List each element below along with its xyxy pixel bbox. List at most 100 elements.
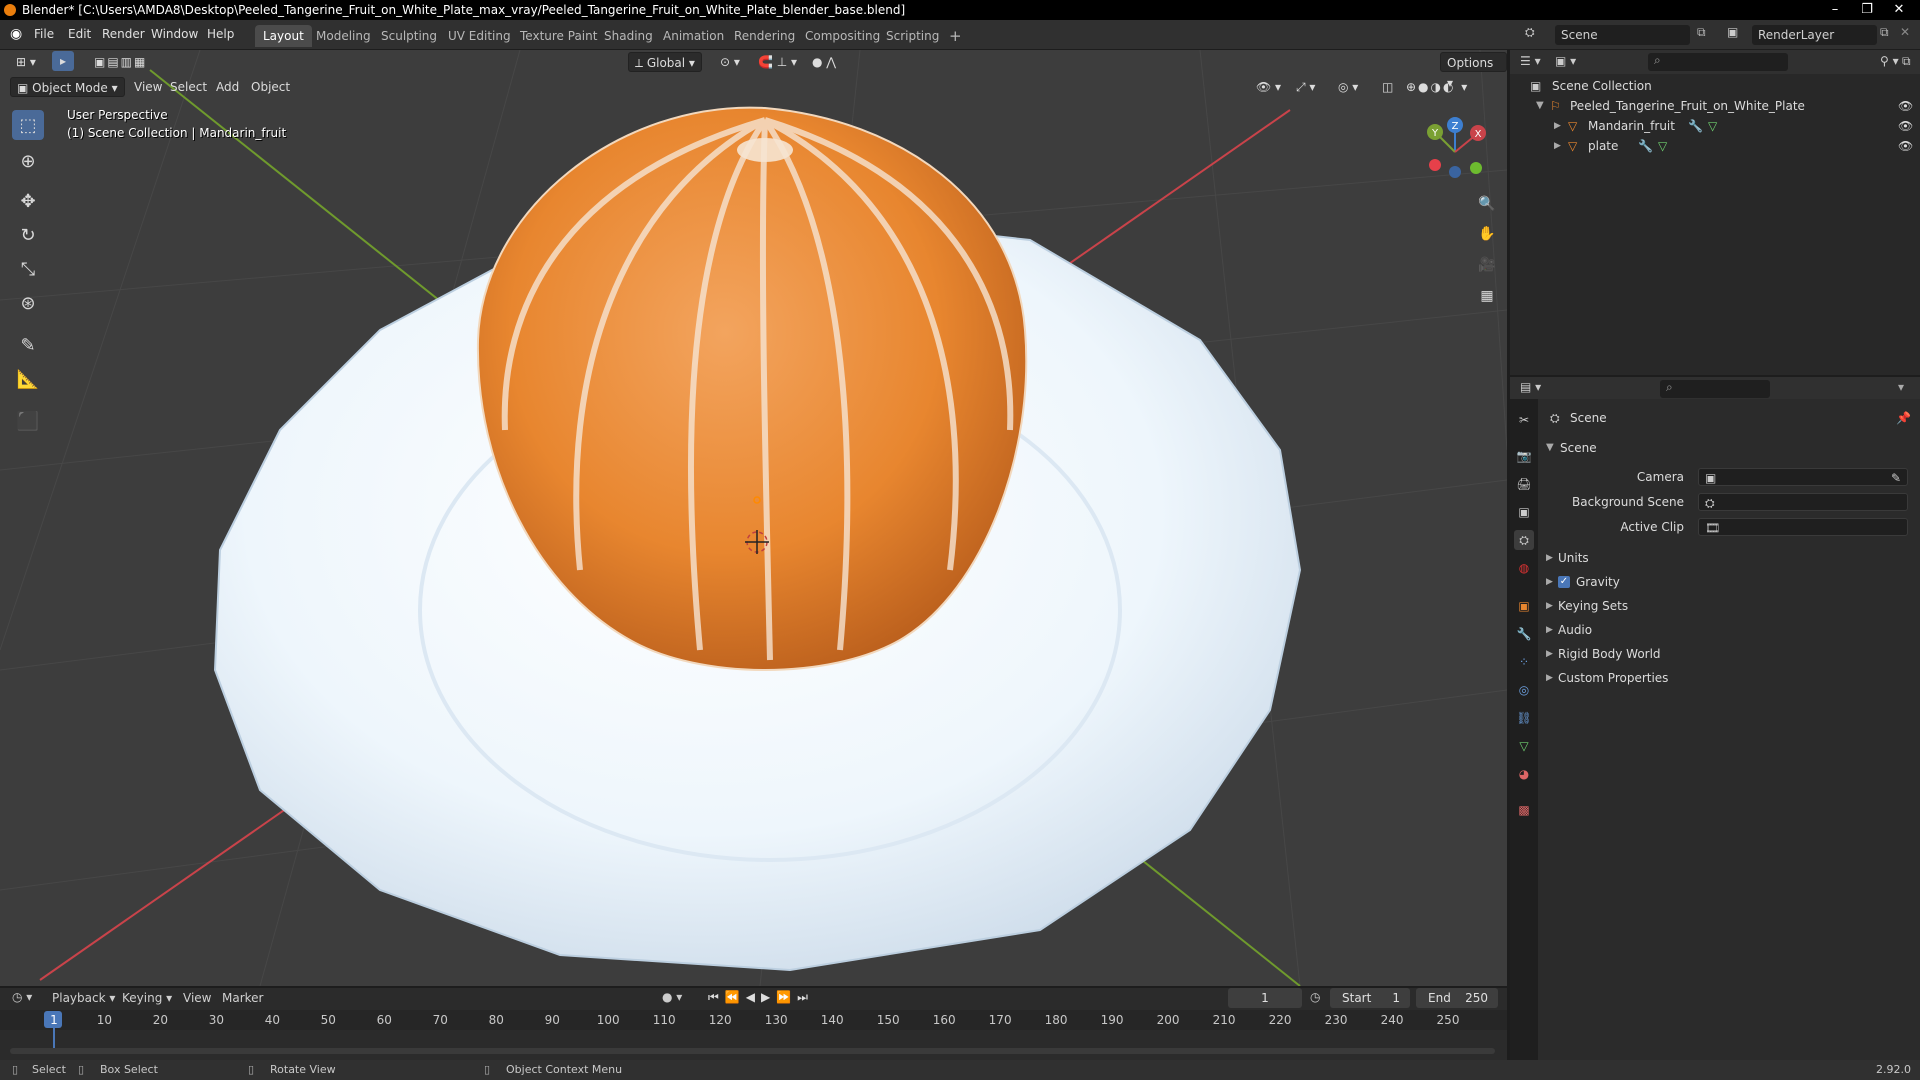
timeline-menu-view[interactable]: View (183, 991, 211, 1005)
view-layer-icon[interactable]: ▣ (1727, 25, 1747, 39)
current-frame-field[interactable]: 1 (1228, 988, 1302, 1008)
expand-arrow-icon[interactable]: ▶ (1554, 116, 1561, 136)
outliner-row-object[interactable]: ▶ ▽ plate 🔧 ▽ 👁 (1510, 136, 1920, 156)
visibility-icon[interactable]: 👁 ▾ (1250, 77, 1287, 97)
background-scene-field[interactable]: ⛭ (1698, 493, 1908, 511)
cursor-tool-icon[interactable]: ⊕ (12, 146, 44, 176)
pin-icon[interactable]: 📌 (1896, 407, 1911, 429)
menu-help[interactable]: Help (207, 27, 234, 41)
visibility-eye-icon[interactable]: 👁 (1898, 96, 1913, 116)
modifier-icon[interactable]: 🔧 (1638, 136, 1653, 156)
render-tab-icon[interactable]: 📷 (1514, 446, 1534, 466)
pan-hand-icon[interactable]: ✋ (1475, 222, 1499, 246)
tab-compositing[interactable]: Compositing (797, 25, 888, 47)
camera-view-icon[interactable]: 🎥 (1475, 253, 1499, 277)
timeline-menu-playback[interactable]: Playback ▾ (52, 991, 115, 1005)
gravity-checkbox[interactable]: ✓ (1558, 576, 1570, 588)
mode-dropdown[interactable]: ▣ Object Mode ▾ (10, 77, 125, 97)
snap-icon[interactable]: 🧲 ⊥ ▾ (752, 52, 803, 72)
overlay-toggle-icon[interactable]: ◎ ▾ (1332, 77, 1364, 97)
tab-rendering[interactable]: Rendering (726, 25, 803, 47)
custom-properties-subpanel[interactable]: ▶ Custom Properties (1538, 667, 1920, 689)
visibility-eye-icon[interactable]: 👁 (1898, 136, 1913, 156)
minimize-button[interactable]: – (1820, 0, 1850, 20)
texture-tab-icon[interactable]: ▩ (1514, 800, 1534, 820)
menu-view[interactable]: View (128, 77, 168, 97)
add-workspace-button[interactable]: + (941, 25, 970, 47)
tab-uv-editing[interactable]: UV Editing (440, 25, 519, 47)
preview-range-icon[interactable]: ◷ (1310, 990, 1320, 1004)
measure-tool-icon[interactable]: 📐 (12, 364, 44, 394)
add-cube-tool-icon[interactable]: ⬛ (12, 406, 44, 436)
timeline-scrollbar[interactable] (10, 1048, 1495, 1054)
menu-window[interactable]: Window (151, 27, 198, 41)
menu-file[interactable]: File (34, 27, 54, 41)
keying-sets-subpanel[interactable]: ▶ Keying Sets (1538, 595, 1920, 617)
units-subpanel[interactable]: ▶ Units (1538, 547, 1920, 569)
rotate-tool-icon[interactable]: ↻ (12, 220, 44, 250)
outliner-row-collection[interactable]: ▼ ⚐ Peeled_Tangerine_Fruit_on_White_Plat… (1510, 96, 1920, 116)
blender-menu-icon[interactable]: ◉ (10, 26, 22, 42)
outliner-editor-type-icon[interactable]: ☰ ▾ (1520, 54, 1541, 68)
record-keyframe-icon[interactable]: ● ▾ (662, 990, 682, 1004)
xray-toggle-icon[interactable]: ◫ (1376, 77, 1399, 97)
pivot-point-icon[interactable]: ⊙ ▾ (714, 52, 746, 72)
outliner-filter-icon[interactable]: ⚲ ▾ (1880, 54, 1899, 68)
world-tab-icon[interactable]: ◍ (1514, 558, 1534, 578)
constraints-tab-icon[interactable]: ⛓ (1514, 708, 1534, 728)
object-tab-icon[interactable]: ▣ (1514, 596, 1534, 616)
expand-arrow-icon[interactable]: ▼ (1536, 96, 1544, 116)
tab-scripting[interactable]: Scripting (878, 25, 947, 47)
timeline-menu-keying[interactable]: Keying ▾ (122, 991, 172, 1005)
outliner-row-object[interactable]: ▶ ▽ Mandarin_fruit 🔧 ▽ 👁 (1510, 116, 1920, 136)
output-tab-icon[interactable]: 🖨 (1514, 474, 1534, 494)
scale-tool-icon[interactable]: ⤡ (12, 254, 44, 284)
tab-modeling[interactable]: Modeling (308, 25, 379, 47)
outliner-row-scene-collection[interactable]: ▣ Scene Collection (1510, 76, 1920, 96)
properties-search-field[interactable]: ⌕ (1660, 380, 1770, 398)
visibility-eye-icon[interactable]: 👁 (1898, 116, 1913, 136)
rigid-body-world-subpanel[interactable]: ▶ Rigid Body World (1538, 643, 1920, 665)
material-tab-icon[interactable]: ◕ (1514, 764, 1534, 784)
new-collection-icon[interactable]: ⧉ (1902, 54, 1911, 69)
select-tool-icon[interactable]: ▸ (52, 51, 74, 71)
timeline-menu-marker[interactable]: Marker (222, 991, 263, 1005)
mesh-data-icon[interactable]: ▽ (1708, 116, 1717, 136)
scene-selector-icon[interactable]: ⛭ (1525, 25, 1545, 45)
timeline-editor-type-icon[interactable]: ◷ ▾ (12, 990, 32, 1004)
tab-layout[interactable]: Layout (255, 25, 312, 47)
modifier-tab-icon[interactable]: 🔧 (1514, 624, 1534, 644)
active-clip-field[interactable]: 🎞 (1698, 518, 1908, 536)
move-tool-icon[interactable]: ✥ (12, 186, 44, 216)
options-dropdown[interactable]: Options ▾ (1440, 52, 1507, 90)
menu-object[interactable]: Object (245, 77, 296, 97)
navigation-gizmo[interactable]: Z Y X (1415, 112, 1495, 192)
menu-render[interactable]: Render (102, 27, 145, 41)
camera-field[interactable]: ▣ ✎ (1698, 468, 1908, 486)
view-layer-tab-icon[interactable]: ▣ (1514, 502, 1534, 522)
tab-shading[interactable]: Shading (596, 25, 661, 47)
selection-mode-icons[interactable]: ▣▤▥▦ (88, 52, 153, 72)
maximize-button[interactable]: ❐ (1852, 0, 1882, 20)
menu-edit[interactable]: Edit (68, 27, 91, 41)
shading-mode-icons[interactable]: ⊕●◑◐ ▾ (1400, 77, 1475, 97)
end-frame-field[interactable]: End 250 (1416, 988, 1498, 1008)
start-frame-field[interactable]: Start 1 (1330, 988, 1410, 1008)
close-button[interactable]: ✕ (1884, 0, 1914, 20)
menu-add[interactable]: Add (210, 77, 245, 97)
tab-animation[interactable]: Animation (655, 25, 732, 47)
scene-tab-icon[interactable]: ⛭ (1514, 530, 1534, 550)
mesh-data-icon[interactable]: ▽ (1658, 136, 1667, 156)
3d-viewport[interactable]: ⊞ ▾ ▸ ▣▤▥▦ ⟂ Global ▾ ⊙ ▾ 🧲 ⊥ ▾ ● ⋀ Opti… (0, 50, 1507, 986)
modifier-icon[interactable]: 🔧 (1688, 116, 1703, 136)
select-box-tool-icon[interactable]: ⬚ (12, 110, 44, 140)
gravity-subpanel[interactable]: ▶ ✓ Gravity (1538, 571, 1920, 593)
playback-controls-icons[interactable]: ⏮⏪◀▶⏩⏭ (708, 990, 814, 1005)
annotate-tool-icon[interactable]: ✎ (12, 330, 44, 360)
outliner-display-mode-icon[interactable]: ▣ ▾ (1555, 54, 1576, 68)
remove-view-layer-icon[interactable]: ✕ (1900, 25, 1910, 39)
tab-texture-paint[interactable]: Texture Paint (512, 25, 605, 47)
tab-sculpting[interactable]: Sculpting (373, 25, 445, 47)
outliner-search-field[interactable]: ⌕ (1648, 53, 1788, 71)
expand-arrow-icon[interactable]: ▶ (1554, 136, 1561, 156)
